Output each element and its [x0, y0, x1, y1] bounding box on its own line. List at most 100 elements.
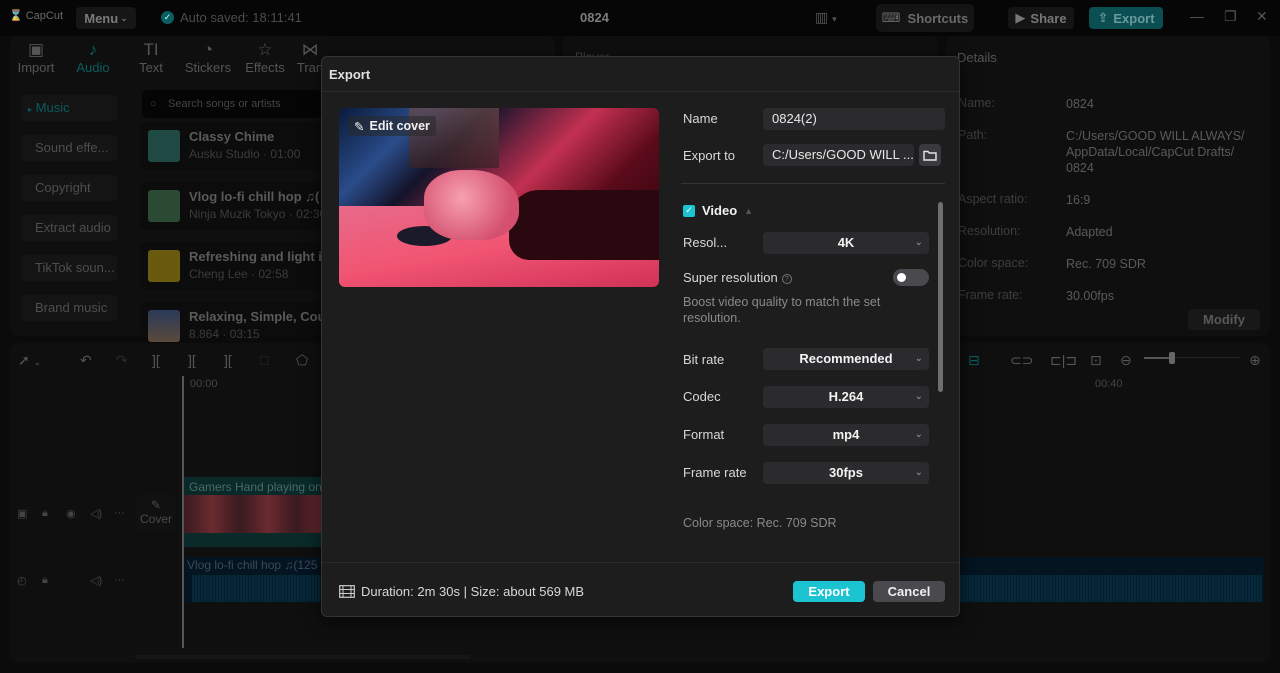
snap-icon[interactable]: ⊟ — [968, 352, 980, 369]
export-dialog: Export ✎ Edit cover Name 0824(2) Export t… — [321, 56, 960, 617]
lock-icon[interactable]: 🔒︎ — [42, 574, 48, 587]
bitrate-value: Recommended — [799, 351, 893, 366]
lock-icon[interactable]: 🔒︎ — [42, 507, 48, 520]
detail-value: 30.00fps — [1066, 289, 1114, 303]
eye-icon[interactable]: ◉ — [66, 507, 76, 520]
edit-cover-button[interactable]: ✎ Edit cover — [348, 116, 436, 136]
tab-audio[interactable]: ♪ Audio — [65, 40, 121, 75]
split-left-icon[interactable]: ][ — [188, 352, 196, 368]
sidebar-item-music[interactable]: ▸ Music — [22, 95, 117, 121]
delete-icon[interactable]: □ — [260, 352, 268, 368]
export-button[interactable]: Export — [793, 581, 865, 602]
preview-axis-icon[interactable]: ⊡ — [1090, 352, 1102, 369]
restore-icon[interactable]: ❐ — [1224, 8, 1237, 25]
cover-preview[interactable]: ✎ Edit cover — [339, 108, 659, 287]
sidebar-item-label: Sound effe... — [35, 140, 109, 155]
video-track-icon: ▣ — [17, 508, 28, 520]
video-section-header[interactable]: ✓ Video ▲ — [683, 203, 753, 218]
timeline-scrollbar[interactable] — [135, 655, 470, 659]
browse-folder-button[interactable] — [919, 144, 941, 166]
resolution-select[interactable]: 4K ⌄ — [763, 232, 929, 254]
select-tool-icon[interactable]: ➚ ⌄ — [18, 352, 41, 369]
split-icon[interactable]: ][ — [152, 352, 160, 368]
song-title: Relaxing, Simple, Cou — [189, 309, 326, 324]
volume-icon[interactable]: ◁) — [90, 574, 102, 587]
cover-button[interactable]: ✎ Cover — [137, 494, 175, 531]
music-note-icon: ♪ — [88, 40, 98, 59]
video-checkbox[interactable]: ✓ — [683, 204, 695, 217]
modify-button[interactable]: Modify — [1188, 309, 1260, 330]
shortcuts-button[interactable]: ⌨ Shortcuts — [876, 4, 974, 32]
zoom-slider-track[interactable] — [1175, 357, 1240, 358]
song-item[interactable]: Refreshing and light i Cheng Lee · 02:58 — [140, 242, 330, 290]
sidebar-item-label: Extract audio — [35, 220, 111, 235]
sidebar-item-tiktok-sounds[interactable]: TikTok soun... — [22, 255, 117, 281]
autosave-text: Auto saved: 18:11:41 — [180, 10, 302, 25]
sidebar-item-sound-effects[interactable]: Sound effe... — [22, 135, 117, 161]
effects-icon: ☆ — [257, 40, 273, 59]
cover-image-sleeve — [509, 190, 659, 260]
layout-icon[interactable]: ▥ ▾ — [815, 9, 837, 26]
music-search-input[interactable]: ○ Search songs or artists — [142, 90, 322, 118]
logo-text: CapCut — [25, 9, 63, 22]
cancel-button[interactable]: Cancel — [873, 581, 945, 602]
chevron-down-icon: ⌄ — [914, 467, 923, 478]
share-button[interactable]: ▶ Share — [1008, 7, 1074, 29]
codec-select[interactable]: H.264 ⌄ — [763, 386, 929, 408]
song-thumbnail — [148, 130, 180, 162]
name-input[interactable]: 0824(2) — [763, 108, 945, 130]
song-title: Vlog lo-fi chill hop ♫( — [189, 189, 320, 204]
search-placeholder: Search songs or artists — [168, 98, 281, 110]
align-icon[interactable]: ⊏|⊐ — [1050, 352, 1077, 369]
tab-import[interactable]: ▣ Import — [8, 40, 64, 75]
footer-divider — [322, 562, 959, 563]
minimize-icon[interactable]: — — [1190, 8, 1204, 24]
export-top-button[interactable]: ⇪ Export — [1089, 7, 1163, 29]
sidebar-item-brand-music[interactable]: Brand music — [22, 295, 117, 321]
color-space-info: Color space: Rec. 709 SDR — [683, 516, 837, 530]
capcut-logo: ⌛ CapCut — [9, 9, 63, 23]
more-icon[interactable]: ··· — [114, 507, 125, 519]
framerate-select[interactable]: 30fps ⌄ — [763, 462, 929, 484]
zoom-in-icon[interactable]: ⊕ — [1249, 352, 1261, 369]
redo-icon[interactable]: ↷ — [116, 352, 128, 369]
tab-effects[interactable]: ☆ Effects — [237, 40, 293, 75]
details-title: Details — [957, 50, 997, 65]
timecode-start: 00:00 — [190, 378, 218, 390]
sidebar-item-extract-audio[interactable]: Extract audio — [22, 215, 117, 241]
song-item[interactable]: Relaxing, Simple, Cou 8.864 · 03:15 — [140, 302, 330, 342]
audio-clip-title: Vlog lo-fi chill hop ♫(125 — [187, 558, 318, 572]
cover-label: Cover — [139, 512, 172, 526]
more-icon[interactable]: ··· — [114, 574, 125, 586]
settings-scrollbar[interactable] — [938, 202, 943, 392]
split-right-icon[interactable]: ][ — [224, 352, 232, 368]
song-item[interactable]: Classy Chime Ausku Studio · 01:00 — [140, 122, 330, 170]
song-meta: Cheng Lee · 02:58 — [189, 267, 289, 281]
tab-label: Tran — [296, 60, 324, 75]
chevron-down-icon: ⌄ — [914, 391, 923, 402]
bitrate-select[interactable]: Recommended ⌄ — [763, 348, 929, 370]
tab-stickers[interactable]: ◔ Stickers — [180, 40, 236, 75]
sidebar-item-copyright[interactable]: Copyright — [22, 175, 117, 201]
tab-text[interactable]: TI Text — [123, 40, 179, 75]
song-meta: Ninja Muzik Tokyo · 02:30 — [189, 207, 327, 221]
format-select[interactable]: mp4 ⌄ — [763, 424, 929, 446]
menu-button[interactable]: Menu ⌄ — [76, 7, 136, 29]
undo-icon[interactable]: ↶ — [80, 352, 92, 369]
close-icon[interactable]: ✕ — [1256, 8, 1268, 25]
zoom-slider-handle[interactable] — [1169, 352, 1175, 364]
volume-icon[interactable]: ◁) — [90, 507, 102, 520]
detail-value: Adapted — [1066, 225, 1113, 239]
collapse-caret-icon[interactable]: ▲ — [744, 206, 753, 216]
format-label: Format — [683, 427, 725, 442]
super-resolution-toggle[interactable] — [893, 269, 929, 286]
tab-label: Effects — [245, 60, 285, 75]
zoom-out-icon[interactable]: ⊖ — [1120, 352, 1132, 369]
link-icon[interactable]: ⊂⊃ — [1010, 352, 1033, 369]
help-icon[interactable]: ? — [781, 274, 792, 284]
video-clip[interactable]: Gamers Hand playing on — [184, 477, 324, 547]
export-path-input[interactable]: C:/Users/GOOD WILL ... — [763, 144, 914, 166]
marker-icon[interactable]: ⬠ — [296, 352, 308, 369]
song-item[interactable]: Vlog lo-fi chill hop ♫( Ninja Muzik Tokyo… — [140, 182, 330, 230]
export-summary-text: Duration: 2m 30s | Size: about 569 MB — [361, 584, 585, 599]
